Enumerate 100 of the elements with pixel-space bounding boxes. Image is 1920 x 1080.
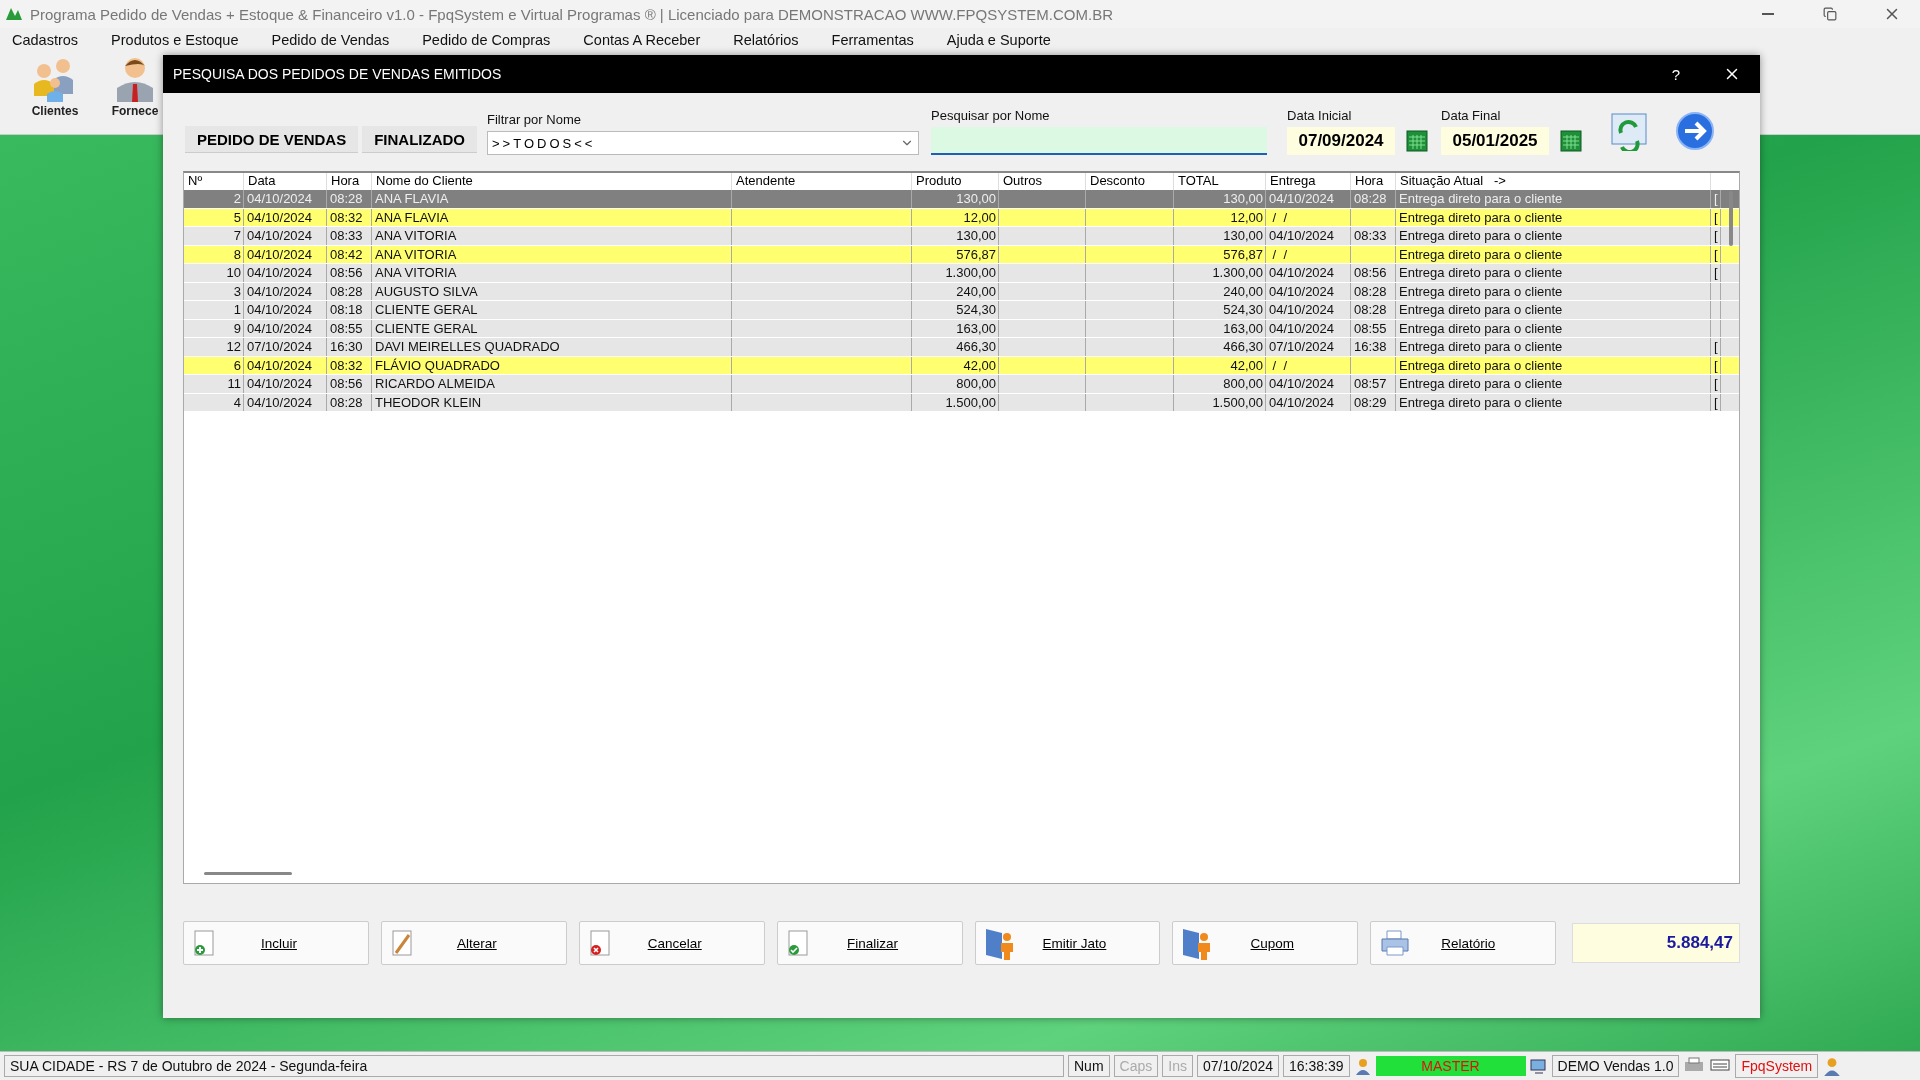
menu-item[interactable]: Contas A Receber: [583, 32, 701, 48]
table-cell: 1.300,00: [912, 264, 999, 282]
field-label: Data Inicial: [1287, 108, 1353, 123]
action-button[interactable]: Cupom: [1172, 921, 1359, 965]
table-cell: 08:56: [327, 375, 372, 393]
table-cell: 3: [184, 282, 244, 300]
table-cell: 6: [184, 356, 244, 374]
table-cell: 130,00: [912, 190, 999, 208]
restore-icon: [1823, 7, 1837, 21]
menu-item[interactable]: Produtos e Estoque: [111, 32, 239, 48]
table-cell: 04/10/2024: [1266, 264, 1351, 282]
menu-item[interactable]: Relatórios: [733, 32, 799, 48]
menu-item[interactable]: Cadastros: [12, 32, 79, 48]
table-row[interactable]: 7 04/10/2024 08:33 ANA VITORIA 130,00 130,00 04/10/2024 08:33 Entrega direto para o cliente [: [184, 227, 1739, 246]
table-cell: 08:42: [327, 245, 372, 263]
table-cell: [: [1711, 375, 1721, 393]
table-cell: 04/10/2024: [1266, 190, 1351, 208]
calendar-icon: [1559, 129, 1584, 153]
arrow-right-icon: [1675, 111, 1716, 151]
table-cell: 7: [184, 227, 244, 245]
menu-item[interactable]: Pedido de Vendas: [271, 32, 390, 48]
filter-dropdown[interactable]: >>TODOS<<: [487, 131, 920, 155]
action-button[interactable]: Relatório: [1370, 921, 1557, 965]
table-row[interactable]: 1 04/10/2024 08:18 CLIENTE GERAL 524,30 524,30 04/10/2024 08:28 Entrega direto para o cliente: [184, 301, 1739, 320]
table-cell: 04/10/2024: [1266, 393, 1351, 411]
table-cell: RICARDO ALMEIDA: [372, 375, 732, 393]
table-cell: ANA FLAVIA: [372, 190, 732, 208]
user-icon: [1353, 1057, 1372, 1075]
table-cell: 04/10/2024: [244, 356, 327, 374]
table-cell: 04/10/2024: [244, 208, 327, 226]
table-cell: 07/10/2024: [1266, 338, 1351, 356]
table-cell: / /: [1266, 208, 1351, 226]
table-cell: 08:28: [327, 393, 372, 411]
menu-item[interactable]: Ajuda e Suporte: [946, 32, 1051, 48]
toolbar-button[interactable]: Clientes: [20, 52, 90, 134]
table-cell: 576,87: [1174, 245, 1266, 263]
table-cell: 08:33: [327, 227, 372, 245]
action-button[interactable]: Alterar: [380, 921, 567, 965]
menu-item[interactable]: Ferramentas: [831, 32, 914, 48]
table-row[interactable]: 12 07/10/2024 16:30 DAVI MEIRELLES QUADRADO 466,30 466,30 07/10/2024 16:38 Entrega direto para o cliente [: [184, 338, 1739, 357]
scrollbar-thumb[interactable]: [1729, 191, 1733, 246]
table-cell: 240,00: [912, 282, 999, 300]
search-field[interactable]: [931, 127, 1268, 155]
table-cell: 163,00: [912, 319, 999, 337]
table-cell: / /: [1266, 356, 1351, 374]
table-cell: ANA VITORIA: [372, 245, 732, 263]
table-cell: 42,00: [1174, 356, 1266, 374]
scrollbar-thumb[interactable]: [204, 872, 292, 875]
field-label: Pesquisar por Nome: [931, 108, 1051, 123]
table-cell: [: [1711, 338, 1721, 356]
help-button[interactable]: ?: [1648, 55, 1704, 93]
table-cell: / /: [1266, 245, 1351, 263]
table-cell: CLIENTE GERAL: [372, 319, 732, 337]
table-cell: 04/10/2024: [1266, 375, 1351, 393]
date-field[interactable]: 05/01/2025: [1441, 127, 1550, 155]
status-location: SUA CIDADE - RS 7 de Outubro de 2024 - Segunda-feira: [4, 1055, 1064, 1077]
table-row[interactable]: 2 04/10/2024 08:28 ANA FLAVIA 130,00 130,00 04/10/2024 08:28 Entrega direto para o cliente [: [184, 190, 1739, 209]
key-indicator: Num: [1068, 1055, 1110, 1077]
table-cell: Entrega direto para o cliente: [1396, 356, 1711, 374]
table-cell: 04/10/2024: [244, 375, 327, 393]
table-cell: 576,87: [912, 245, 999, 263]
status-version: DEMO Vendas 1.0: [1551, 1055, 1680, 1077]
minimize-icon: [1762, 13, 1774, 15]
status-date: 07/10/2024: [1196, 1055, 1279, 1077]
table-cell: Entrega direto para o cliente: [1396, 375, 1711, 393]
table-cell: 16:30: [327, 338, 372, 356]
table-cell: [: [1711, 264, 1721, 282]
table-cell: 466,30: [912, 338, 999, 356]
table-cell: [: [1711, 190, 1721, 208]
table-cell: 04/10/2024: [1266, 301, 1351, 319]
table-row[interactable]: 11 04/10/2024 08:56 RICARDO ALMEIDA 800,00 800,00 04/10/2024 08:57 Entrega direto para o cliente [: [184, 375, 1739, 394]
action-button[interactable]: Incluir: [183, 921, 369, 965]
table-cell: ANA VITORIA: [372, 264, 732, 282]
table-cell: 240,00: [1174, 282, 1266, 300]
table-cell: 1.300,00: [1174, 264, 1266, 282]
menu-item[interactable]: Pedido de Compras: [422, 32, 551, 48]
table-cell: 08:28: [327, 190, 372, 208]
action-button[interactable]: Cancelar: [578, 921, 765, 965]
table-cell: DAVI MEIRELLES QUADRADO: [372, 338, 732, 356]
action-button[interactable]: Emitir Jato: [974, 921, 1161, 965]
table-cell: 08:55: [327, 319, 372, 337]
table-row[interactable]: 10 04/10/2024 08:56 ANA VITORIA 1.300,00 1.300,00 04/10/2024 08:56 Entrega direto para o cliente [: [184, 264, 1739, 283]
table-cell: 10: [184, 264, 244, 282]
date-field[interactable]: 07/09/2024: [1287, 127, 1396, 155]
table-cell: 04/10/2024: [1266, 319, 1351, 337]
table-cell: 04/10/2024: [244, 301, 327, 319]
action-button[interactable]: Finalizar: [776, 921, 963, 965]
table-cell: 16:38: [1351, 338, 1396, 356]
table-cell: ANA FLAVIA: [372, 208, 732, 226]
table-cell: 1: [184, 301, 244, 319]
table-cell: 4: [184, 393, 244, 411]
table-cell: 08:57: [1351, 375, 1396, 393]
table-cell: [: [1711, 208, 1721, 226]
table-cell: 08:28: [327, 282, 372, 300]
table-cell: Entrega direto para o cliente: [1396, 245, 1711, 263]
table-cell: Entrega direto para o cliente: [1396, 319, 1711, 337]
table-cell: 04/10/2024: [244, 227, 327, 245]
table-cell: 800,00: [912, 375, 999, 393]
table-cell: 8: [184, 245, 244, 263]
status-user: MASTER: [1375, 1056, 1526, 1076]
